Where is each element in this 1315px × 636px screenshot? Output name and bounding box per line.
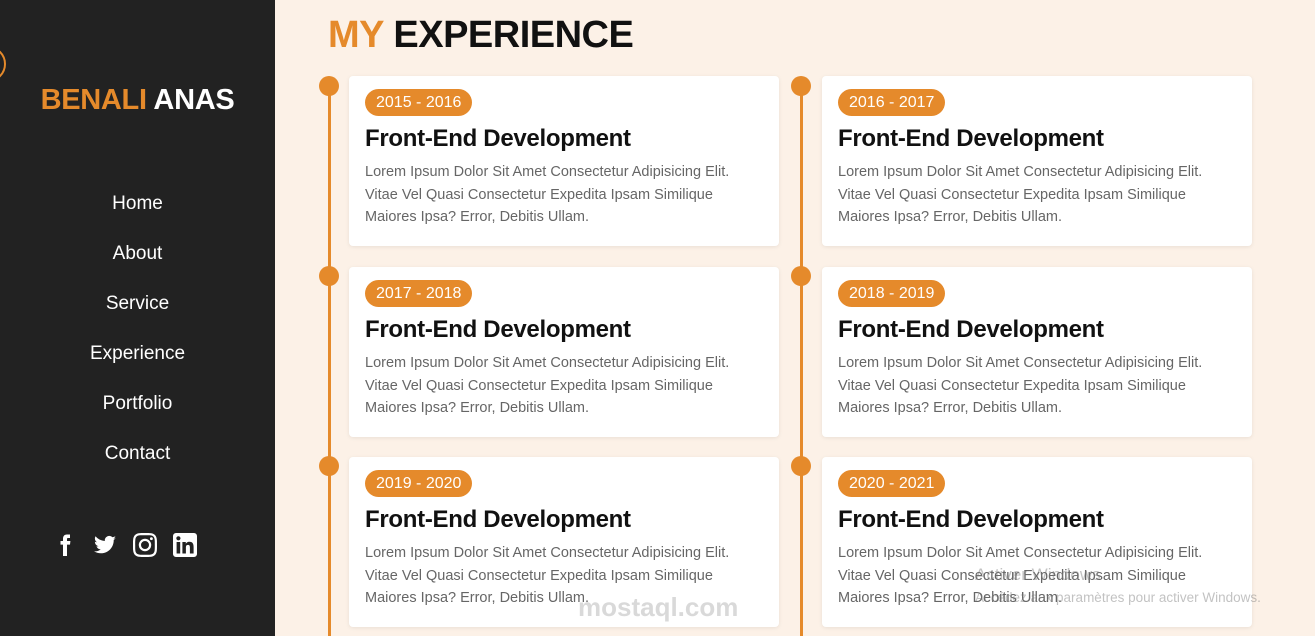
sidebar: BENALI ANAS Home About Service Experienc… [0, 0, 275, 636]
years-badge: 2016 - 2017 [838, 89, 946, 116]
card-description: Lorem Ipsum Dolor Sit Amet Consectetur A… [838, 355, 1203, 416]
timeline-dot [319, 266, 339, 286]
linkedin-icon[interactable] [172, 532, 198, 558]
nav-item-experience[interactable]: Experience [90, 336, 185, 386]
nav-item-portfolio[interactable]: Portfolio [103, 386, 173, 436]
timeline-dot [791, 76, 811, 96]
experience-card: 2015 - 2016 Front-End Development Lorem … [349, 76, 779, 246]
section-title: MY EXPERIENCE [328, 14, 634, 57]
card-title: Front-End Development [365, 125, 631, 152]
years-badge: 2015 - 2016 [365, 89, 473, 116]
card-title: Front-End Development [838, 506, 1104, 533]
nav-item-about[interactable]: About [113, 236, 163, 286]
experience-card: 2017 - 2018 Front-End Development Lorem … [349, 267, 779, 437]
avatar [0, 46, 6, 82]
section-title-main: EXPERIENCE [393, 14, 634, 56]
card-description: Lorem Ipsum Dolor Sit Amet Consectetur A… [838, 164, 1203, 225]
brand-first-name: BENALI [40, 84, 147, 116]
instagram-icon[interactable] [132, 532, 158, 558]
timeline-line-left [328, 84, 331, 636]
years-badge: 2017 - 2018 [365, 280, 473, 307]
nav-item-contact[interactable]: Contact [105, 436, 170, 486]
windows-activation-notice: Activer Windows Accédez aux paramètres p… [975, 565, 1261, 605]
main-nav: Home About Service Experience Portfolio … [0, 186, 275, 486]
card-description: Lorem Ipsum Dolor Sit Amet Consectetur A… [365, 164, 730, 225]
watermark-text: mostaql.com [578, 592, 739, 622]
nav-item-home[interactable]: Home [112, 186, 163, 236]
card-title: Front-End Development [838, 125, 1104, 152]
social-links [0, 532, 250, 558]
activation-title: Activer Windows [975, 565, 1101, 584]
activation-subtitle: Accédez aux paramètres pour activer Wind… [975, 590, 1261, 605]
nav-item-service[interactable]: Service [106, 286, 169, 336]
timeline-dot [791, 266, 811, 286]
years-badge: 2018 - 2019 [838, 280, 946, 307]
brand-logo[interactable]: BENALI ANAS [0, 84, 275, 117]
card-title: Front-End Development [365, 316, 631, 343]
years-badge: 2019 - 2020 [365, 470, 473, 497]
experience-card: 2018 - 2019 Front-End Development Lorem … [822, 267, 1252, 437]
experience-section: MY EXPERIENCE 2015 - 2016 Front-End Deve… [275, 0, 1315, 636]
twitter-icon[interactable] [92, 532, 118, 558]
section-title-accent: MY [328, 14, 384, 56]
card-description: Lorem Ipsum Dolor Sit Amet Consectetur A… [365, 355, 730, 416]
timeline-dot [319, 456, 339, 476]
experience-card: 2016 - 2017 Front-End Development Lorem … [822, 76, 1252, 246]
timeline-line-right [800, 84, 803, 636]
facebook-icon[interactable] [52, 532, 78, 558]
timeline-dot [319, 76, 339, 96]
years-badge: 2020 - 2021 [838, 470, 946, 497]
timeline-dot [791, 456, 811, 476]
brand-last-name: ANAS [153, 84, 235, 116]
card-title: Front-End Development [838, 316, 1104, 343]
card-title: Front-End Development [365, 506, 631, 533]
